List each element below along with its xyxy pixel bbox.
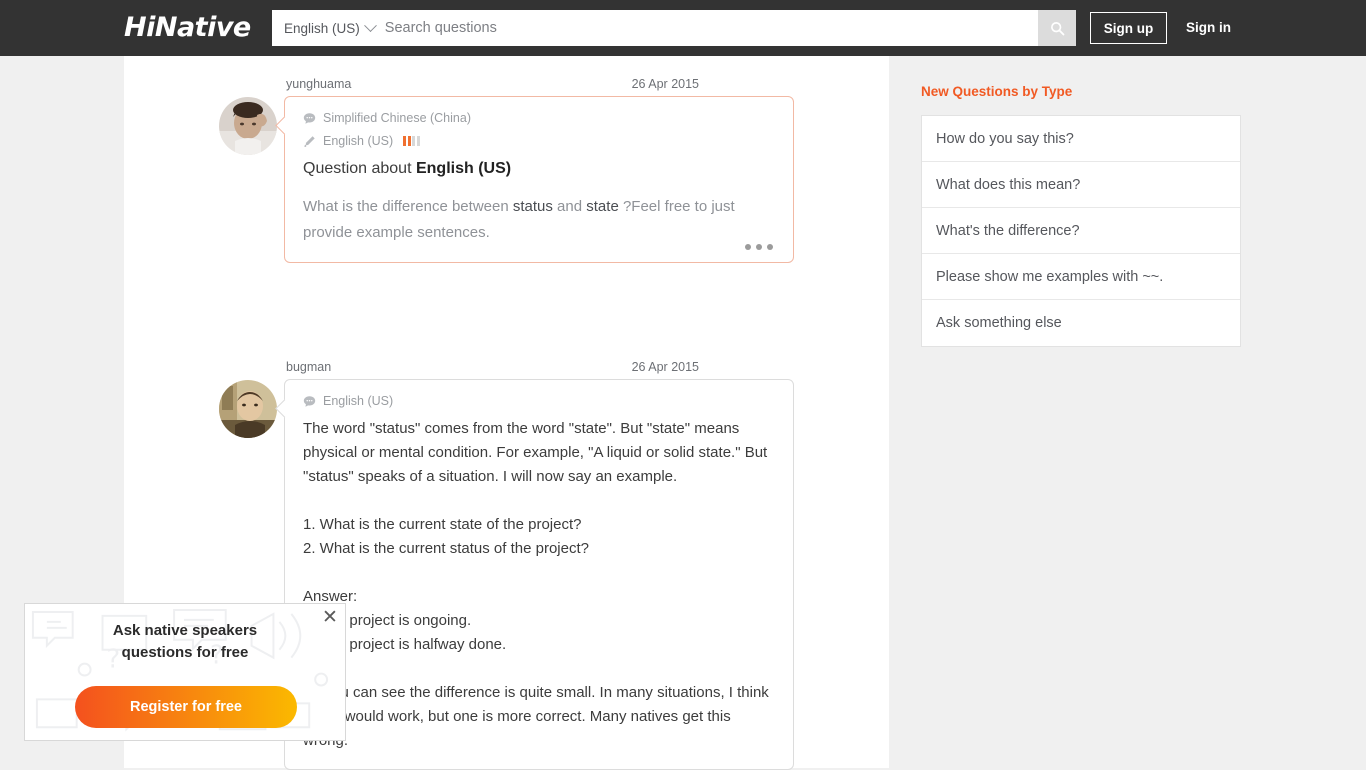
search-button[interactable] (1038, 10, 1076, 46)
pencil-icon (304, 135, 315, 147)
question-type-list: How do you say this? What does this mean… (921, 115, 1241, 347)
register-promo-popup: ? ? Ask native speakers questions for fr… (24, 603, 346, 741)
question-meta: yunghuama 26 Apr 2015 (124, 76, 794, 96)
question-title-language: English (US) (415, 160, 512, 177)
question-body-term2: state (586, 198, 619, 215)
site-logo[interactable]: HiNative (124, 12, 251, 43)
proficiency-bars (403, 136, 420, 146)
answer-bubble: English (US) The word "status" comes fro… (284, 379, 794, 770)
search-bar: English (US) (272, 10, 1076, 46)
question-body-term1: status (512, 198, 553, 215)
sidebar-item-whats-the-difference[interactable]: What's the difference? (922, 208, 1240, 254)
sidebar-item-show-examples[interactable]: Please show me examples with ~~. (922, 254, 1240, 300)
avatar-image (219, 97, 277, 155)
answer-date: 26 Apr 2015 (631, 360, 699, 374)
question-title-prefix: Question about (303, 160, 416, 177)
site-header: HiNative English (US) Sign up Sign in (0, 0, 1366, 56)
language-selector[interactable]: English (US) (272, 10, 385, 46)
question-body: What is the difference between status an… (303, 194, 775, 246)
answer-body: The word "status" comes from the word "s… (303, 420, 769, 749)
search-icon (1050, 21, 1064, 35)
language-selector-label: English (US) (284, 20, 360, 36)
close-icon[interactable]: ✕ (318, 605, 342, 629)
question-username[interactable]: yunghuama (286, 77, 351, 91)
popup-title: Ask native speakers questions for free (25, 604, 345, 664)
question-title: Question about English (US) (303, 160, 775, 178)
speech-bubble-icon (303, 395, 316, 407)
popup-title-line2: questions for free (121, 644, 249, 661)
question-learns-language: English (US) (323, 134, 394, 148)
question-learns-row: English (US) (303, 134, 775, 148)
popup-title-line1: Ask native speakers (112, 622, 258, 639)
speech-bubble-icon (303, 112, 316, 124)
chevron-down-icon (363, 18, 377, 32)
sidebar-item-what-does-this-mean[interactable]: What does this mean? (922, 162, 1240, 208)
answer-username[interactable]: bugman (286, 360, 331, 374)
question-speaks-row: Simplified Chinese (China) (303, 111, 775, 125)
question-bubble: Simplified Chinese (China) English (US) … (284, 96, 794, 263)
answer-meta: bugman 26 Apr 2015 (124, 359, 794, 379)
sidebar-item-ask-something-else[interactable]: Ask something else (922, 300, 1240, 346)
avatar[interactable] (219, 380, 277, 438)
question-body-part2: and (552, 198, 587, 215)
sidebar: New Questions by Type How do you say thi… (921, 84, 1241, 347)
answer-language: English (US) (323, 394, 394, 408)
register-button[interactable]: Register for free (75, 686, 297, 728)
sidebar-title: New Questions by Type (921, 84, 1073, 99)
search-input[interactable] (384, 11, 1038, 45)
avatar-image (219, 380, 277, 438)
question-speaks-language: Simplified Chinese (China) (323, 111, 471, 125)
sign-in-link[interactable]: Sign in (1186, 20, 1231, 35)
answer-language-row: English (US) (303, 394, 775, 408)
sign-up-button[interactable]: Sign up (1090, 12, 1167, 44)
more-options-icon[interactable] (745, 244, 773, 250)
question-body-part1: What is the difference between (303, 198, 513, 215)
avatar[interactable] (219, 97, 277, 155)
question-date: 26 Apr 2015 (631, 77, 699, 91)
sidebar-item-how-do-you-say[interactable]: How do you say this? (922, 116, 1240, 162)
